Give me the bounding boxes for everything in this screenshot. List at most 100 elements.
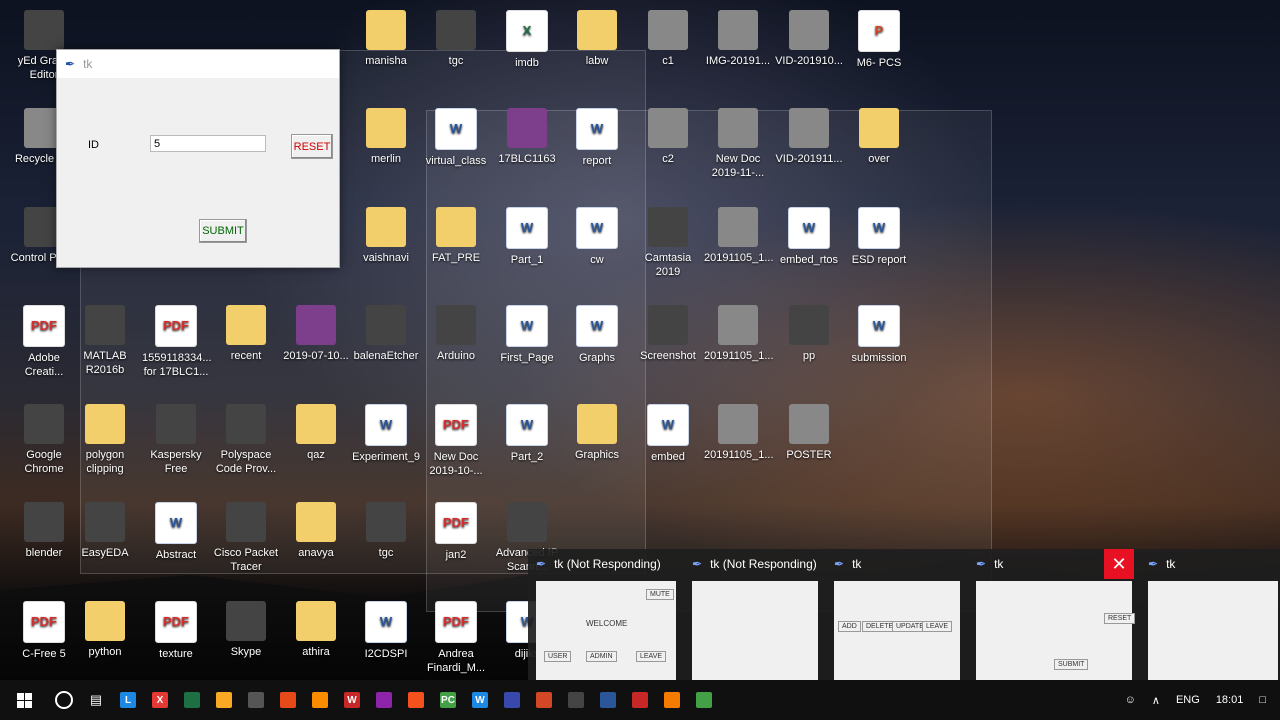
close-icon[interactable]: ✕ xyxy=(1104,549,1134,579)
desktop-icon[interactable]: 20191105_1... xyxy=(704,305,774,363)
desktop-icon[interactable]: W First_Page xyxy=(493,305,561,365)
taskbar-app[interactable]: X xyxy=(144,680,176,720)
taskbar-app[interactable] xyxy=(592,680,624,720)
taskbar-app[interactable] xyxy=(560,680,592,720)
desktop-icon[interactable]: pp xyxy=(775,305,843,363)
desktop-icon[interactable]: Arduino xyxy=(422,305,490,363)
desktop-icon[interactable]: 2019-07-10... xyxy=(282,305,350,363)
desktop-icon[interactable]: Screenshot xyxy=(634,305,702,363)
taskbar-app[interactable] xyxy=(240,680,272,720)
desktop-icon[interactable]: Wsubmission xyxy=(845,305,913,365)
tk-window[interactable]: ✒ tk ID RESET SUBMIT xyxy=(56,49,340,268)
desktop-icon[interactable]: W Experiment_9 xyxy=(352,404,420,464)
id-input[interactable] xyxy=(150,135,266,152)
taskbar-app[interactable] xyxy=(304,680,336,720)
task-preview[interactable]: ✒ tk ADD DELETE UPDATE LEAVE xyxy=(826,549,962,691)
taskbar-app[interactable] xyxy=(496,680,528,720)
desktop-icon[interactable]: PDF jan2 xyxy=(422,502,490,562)
desktop-icon[interactable]: VID-201910... xyxy=(775,10,843,68)
desktop-icon[interactable]: VID-201911... xyxy=(775,108,843,166)
taskbar-app[interactable]: W xyxy=(336,680,368,720)
desktop-icon[interactable]: 20191105_1... xyxy=(704,207,774,265)
task-preview[interactable]: ✒ tk ✕ RESET SUBMIT xyxy=(968,549,1136,691)
task-view-button[interactable]: ▤ xyxy=(80,680,112,720)
desktop-icon[interactable]: qaz xyxy=(282,404,350,462)
desktop-icon[interactable]: manisha xyxy=(352,10,420,68)
desktop-icon[interactable]: Kaspersky Free xyxy=(142,404,210,476)
taskbar-app[interactable] xyxy=(400,680,432,720)
desktop-icon[interactable]: Cisco Packet Tracer xyxy=(212,502,280,574)
start-button[interactable] xyxy=(0,680,48,720)
desktop-icon[interactable]: Skype xyxy=(212,601,280,659)
desktop-icon[interactable]: W Part_1 xyxy=(493,207,561,267)
desktop-icon[interactable]: W Graphs xyxy=(563,305,631,365)
search-button[interactable] xyxy=(48,680,80,720)
desktop-icon[interactable]: PDF texture xyxy=(142,601,210,661)
desktop-icon[interactable]: 17BLC1163 xyxy=(493,108,561,166)
desktop-icon[interactable]: MATLAB R2016b xyxy=(71,305,139,377)
desktop-icon[interactable]: vaishnavi xyxy=(352,207,420,265)
reset-button[interactable]: RESET xyxy=(291,134,333,159)
taskbar-app[interactable] xyxy=(528,680,560,720)
taskbar-app[interactable] xyxy=(272,680,304,720)
desktop-icon[interactable]: python xyxy=(71,601,139,659)
desktop-icon[interactable]: over xyxy=(845,108,913,166)
desktop-icon[interactable]: P M6- PCS xyxy=(845,10,913,70)
notification-icon[interactable]: □ xyxy=(1259,694,1266,706)
taskbar-app[interactable]: PC xyxy=(432,680,464,720)
taskbar-app[interactable] xyxy=(656,680,688,720)
taskbar-app[interactable] xyxy=(624,680,656,720)
desktop-icon[interactable]: 20191105_1... xyxy=(704,404,774,462)
desktop-icon[interactable]: c2 xyxy=(634,108,702,166)
desktop-icon[interactable]: PDF Andrea Finardi_M... xyxy=(422,601,490,675)
desktop-icon[interactable]: PDF Adobe Creati... xyxy=(10,305,78,379)
people-icon[interactable]: ☺ xyxy=(1125,694,1136,706)
desktop-icon[interactable]: tgc xyxy=(422,10,490,68)
clock[interactable]: 18:01 xyxy=(1216,694,1244,706)
desktop-icon[interactable]: Wembed_rtos xyxy=(775,207,843,267)
desktop-icon[interactable]: EasyEDA xyxy=(71,502,139,560)
desktop-icon[interactable]: Camtasia 2019 xyxy=(634,207,702,279)
desktop-icon[interactable]: New Doc 2019-11-... xyxy=(704,108,772,180)
desktop-icon[interactable]: Ximdb xyxy=(493,10,561,70)
taskbar-app[interactable]: W xyxy=(464,680,496,720)
desktop-icon[interactable]: tgc xyxy=(352,502,420,560)
desktop-icon[interactable]: labw xyxy=(563,10,631,68)
desktop-icon[interactable]: Polyspace Code Prov... xyxy=(212,404,280,476)
desktop-icon[interactable]: Google Chrome xyxy=(10,404,78,476)
desktop-icon[interactable]: recent xyxy=(212,305,280,363)
desktop-icon[interactable]: Wvirtual_class xyxy=(422,108,490,168)
desktop-icon[interactable]: W Part_2 xyxy=(493,404,561,464)
desktop-icon[interactable]: PDF 1559118334... for 17BLC1... xyxy=(142,305,212,379)
desktop-icon[interactable]: POSTER xyxy=(775,404,843,462)
task-preview[interactable]: ✒ tk (Not Responding) xyxy=(684,549,820,691)
task-preview[interactable]: ✒ tk xyxy=(1140,549,1280,691)
taskbar-app[interactable] xyxy=(368,680,400,720)
chevron-up-icon[interactable]: ∧ xyxy=(1152,694,1160,707)
desktop-icon[interactable]: IMG-20191... xyxy=(704,10,772,68)
desktop-icon[interactable]: Graphics xyxy=(563,404,631,462)
desktop-icon[interactable]: balenaEtcher xyxy=(352,305,420,363)
desktop-icon[interactable]: Wreport xyxy=(563,108,631,168)
tk-titlebar[interactable]: ✒ tk xyxy=(57,50,339,78)
desktop-icon[interactable]: FAT_PRE xyxy=(422,207,490,265)
desktop-icon[interactable]: anavya xyxy=(282,502,350,560)
submit-button[interactable]: SUBMIT xyxy=(199,219,247,243)
taskbar-app[interactable]: L xyxy=(112,680,144,720)
taskbar-app[interactable] xyxy=(176,680,208,720)
taskbar-app[interactable] xyxy=(208,680,240,720)
desktop-icon[interactable]: Wembed xyxy=(634,404,702,464)
desktop-icon[interactable]: c1 xyxy=(634,10,702,68)
desktop-icon[interactable]: PDF New Doc 2019-10-... xyxy=(422,404,490,478)
desktop-icon[interactable]: blender xyxy=(10,502,78,560)
desktop-icon[interactable]: Wcw xyxy=(563,207,631,267)
taskbar-app[interactable] xyxy=(688,680,720,720)
desktop-icon[interactable]: W I2CDSPI xyxy=(352,601,420,661)
desktop-icon[interactable]: polygon clipping xyxy=(71,404,139,476)
task-preview[interactable]: ✒ tk (Not Responding) WELCOME MUTE USER ADMIN… xyxy=(528,549,678,691)
desktop-icon[interactable]: athira xyxy=(282,601,350,659)
language-indicator[interactable]: ENG xyxy=(1176,694,1200,706)
desktop-icon[interactable]: W Abstract xyxy=(142,502,210,562)
desktop-icon[interactable]: PDF C-Free 5 xyxy=(10,601,78,661)
desktop-icon[interactable]: W ESD report xyxy=(845,207,913,267)
